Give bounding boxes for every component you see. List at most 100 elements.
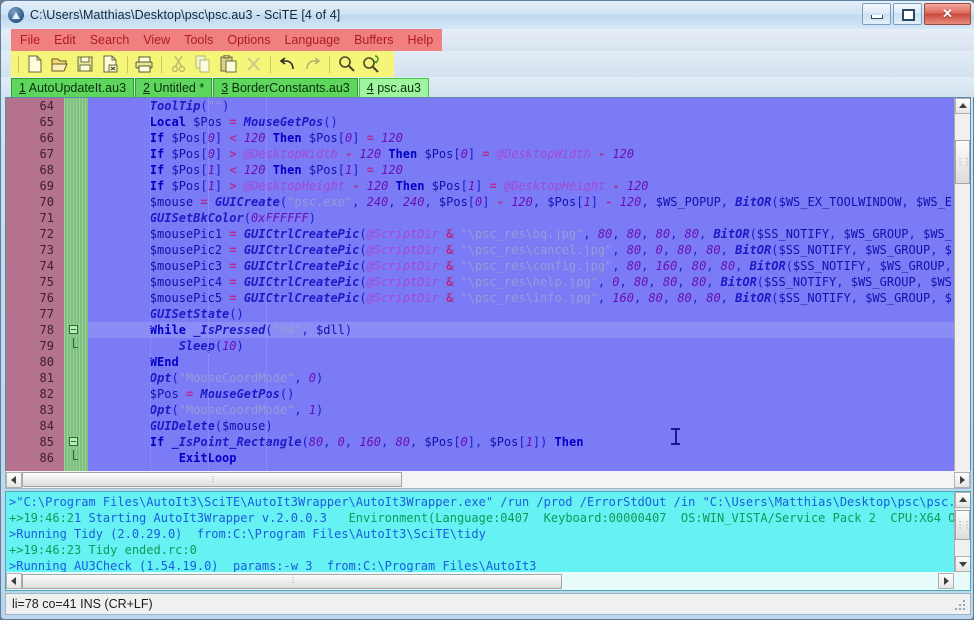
fold-line-icon <box>73 338 78 348</box>
output-hscroll-thumb[interactable] <box>22 573 562 589</box>
code-line[interactable]: If $Pos[0] > @DesktopWidth - 120 Then $P… <box>88 146 957 162</box>
menu-item-language[interactable]: Language <box>277 31 347 49</box>
code-line[interactable]: $Pos = MouseGetPos() <box>88 386 957 402</box>
menu-item-options[interactable]: Options <box>220 31 277 49</box>
output-scroll-down-button[interactable] <box>955 556 970 572</box>
menu-item-tools[interactable]: Tools <box>177 31 220 49</box>
fold-marker-row[interactable] <box>64 306 88 322</box>
output-pane[interactable]: >"C:\Program Files\AutoIt3\SciTE\AutoIt3… <box>5 491 971 591</box>
fold-marker-row[interactable] <box>64 354 88 370</box>
fold-marker-row[interactable] <box>64 130 88 146</box>
fold-marker-row[interactable] <box>64 258 88 274</box>
code-text-area[interactable]: ToolTip("") Local $Pos = MouseGetPos() I… <box>88 98 957 488</box>
code-line[interactable]: $mousePic1 = GUICtrlCreatePic(@ScriptDir… <box>88 226 957 242</box>
menu-item-edit[interactable]: Edit <box>47 31 83 49</box>
code-line[interactable]: $mousePic3 = GUICtrlCreatePic(@ScriptDir… <box>88 258 957 274</box>
maximize-button[interactable] <box>893 3 922 25</box>
tab-borderconstants[interactable]: 3 BorderConstants.au3 <box>213 78 358 97</box>
scroll-right-button[interactable] <box>954 471 970 488</box>
fold-marker-row[interactable] <box>64 434 88 450</box>
undo-icon[interactable] <box>276 53 299 75</box>
resize-grip-icon[interactable] <box>953 598 967 612</box>
code-line[interactable]: While _IsPressed("04", $dll) <box>88 322 957 338</box>
new-file-icon[interactable] <box>24 53 47 75</box>
tab-psc[interactable]: 4 psc.au3 <box>358 78 429 97</box>
fold-collapse-icon[interactable] <box>69 437 78 446</box>
scroll-left-button[interactable] <box>6 471 22 488</box>
close-button[interactable]: ✕ <box>924 3 971 25</box>
output-scroll-right-button[interactable] <box>938 573 954 589</box>
code-line[interactable]: If $Pos[0] < 120 Then $Pos[0] = 120 <box>88 130 957 146</box>
code-line[interactable]: $mousePic2 = GUICtrlCreatePic(@ScriptDir… <box>88 242 957 258</box>
output-vscroll-thumb[interactable] <box>955 510 970 540</box>
code-line[interactable]: ExitLoop <box>88 450 957 466</box>
fold-marker-row[interactable] <box>64 338 88 354</box>
fold-marker-row[interactable] <box>64 242 88 258</box>
fold-markers[interactable] <box>64 98 88 466</box>
copy-icon[interactable] <box>192 53 215 75</box>
line-number: 74 <box>39 259 54 273</box>
code-line[interactable]: If _IsPoint_Rectangle(80, 0, 160, 80, $P… <box>88 434 957 450</box>
fold-marker-row[interactable] <box>64 322 88 338</box>
fold-marker-row[interactable] <box>64 402 88 418</box>
fold-marker-row[interactable] <box>64 162 88 178</box>
print-icon[interactable] <box>133 53 156 75</box>
menu-item-search[interactable]: Search <box>83 31 137 49</box>
fold-marker-row[interactable] <box>64 290 88 306</box>
code-line[interactable]: Opt("MouseCoordMode", 0) <box>88 370 957 386</box>
menu-item-buffers[interactable]: Buffers <box>347 31 400 49</box>
editor-vertical-scrollbar[interactable] <box>954 98 970 488</box>
fold-marker-row[interactable] <box>64 450 88 466</box>
menu-item-view[interactable]: View <box>136 31 177 49</box>
menu-item-file[interactable]: File <box>13 31 47 49</box>
output-scroll-up-button[interactable] <box>955 492 970 508</box>
replace-icon[interactable] <box>360 53 383 75</box>
delete-icon[interactable] <box>242 53 265 75</box>
fold-marker-row[interactable] <box>64 210 88 226</box>
menu-item-help[interactable]: Help <box>400 31 440 49</box>
fold-marker-row[interactable] <box>64 178 88 194</box>
save-file-icon[interactable] <box>74 53 97 75</box>
code-line[interactable]: $mouse = GUICreate("psc.exe", 240, 240, … <box>88 194 957 210</box>
code-line[interactable]: Sleep(10) <box>88 338 957 354</box>
line-number: 78 <box>39 323 54 337</box>
cut-icon[interactable] <box>167 53 190 75</box>
editor-hscroll-thumb[interactable] <box>22 472 402 487</box>
output-vertical-scrollbar[interactable] <box>954 492 970 572</box>
open-file-icon[interactable] <box>49 53 72 75</box>
code-line[interactable]: Local $Pos = MouseGetPos() <box>88 114 957 130</box>
code-line[interactable]: GUISetState() <box>88 306 957 322</box>
code-line[interactable]: WEnd <box>88 354 957 370</box>
code-line[interactable]: If $Pos[1] > @DesktopHeight - 120 Then $… <box>88 178 957 194</box>
tab-autoupdateit[interactable]: 1 AutoUpdateIt.au3 <box>11 78 135 97</box>
editor-horizontal-scrollbar[interactable] <box>5 471 971 489</box>
code-line[interactable]: $mousePic4 = GUICtrlCreatePic(@ScriptDir… <box>88 274 957 290</box>
code-editor[interactable]: 64 65 66 67 68 69 70 71 72 73 74 75 76 77 78 79 80 81 82 83… <box>5 97 971 489</box>
output-horizontal-scrollbar[interactable] <box>6 572 970 590</box>
output-scroll-left-button[interactable] <box>6 573 22 589</box>
editor-vscroll-thumb[interactable] <box>955 140 970 184</box>
close-file-icon[interactable] <box>99 53 122 75</box>
scroll-up-button[interactable] <box>955 98 970 114</box>
fold-marker-row[interactable] <box>64 98 88 114</box>
fold-marker-row[interactable] <box>64 146 88 162</box>
fold-marker-row[interactable] <box>64 418 88 434</box>
code-line[interactable]: If $Pos[1] < 120 Then $Pos[1] = 120 <box>88 162 957 178</box>
fold-marker-row[interactable] <box>64 194 88 210</box>
fold-marker-row[interactable] <box>64 370 88 386</box>
find-icon[interactable] <box>335 53 358 75</box>
fold-marker-row[interactable] <box>64 114 88 130</box>
code-line[interactable]: GUIDelete($mouse) <box>88 418 957 434</box>
fold-collapse-icon[interactable] <box>69 325 78 334</box>
minimize-button[interactable] <box>862 3 891 25</box>
code-line[interactable]: ToolTip("") <box>88 98 957 114</box>
fold-marker-row[interactable] <box>64 274 88 290</box>
code-line[interactable]: $mousePic5 = GUICtrlCreatePic(@ScriptDir… <box>88 290 957 306</box>
fold-marker-row[interactable] <box>64 386 88 402</box>
code-line[interactable]: GUISetBkColor(0xFFFFFF) <box>88 210 957 226</box>
code-line[interactable]: Opt("MouseCoordMode", 1) <box>88 402 957 418</box>
tab-untitled[interactable]: 2 Untitled * <box>135 78 213 97</box>
paste-icon[interactable] <box>217 53 240 75</box>
redo-icon[interactable] <box>301 53 324 75</box>
fold-marker-row[interactable] <box>64 226 88 242</box>
